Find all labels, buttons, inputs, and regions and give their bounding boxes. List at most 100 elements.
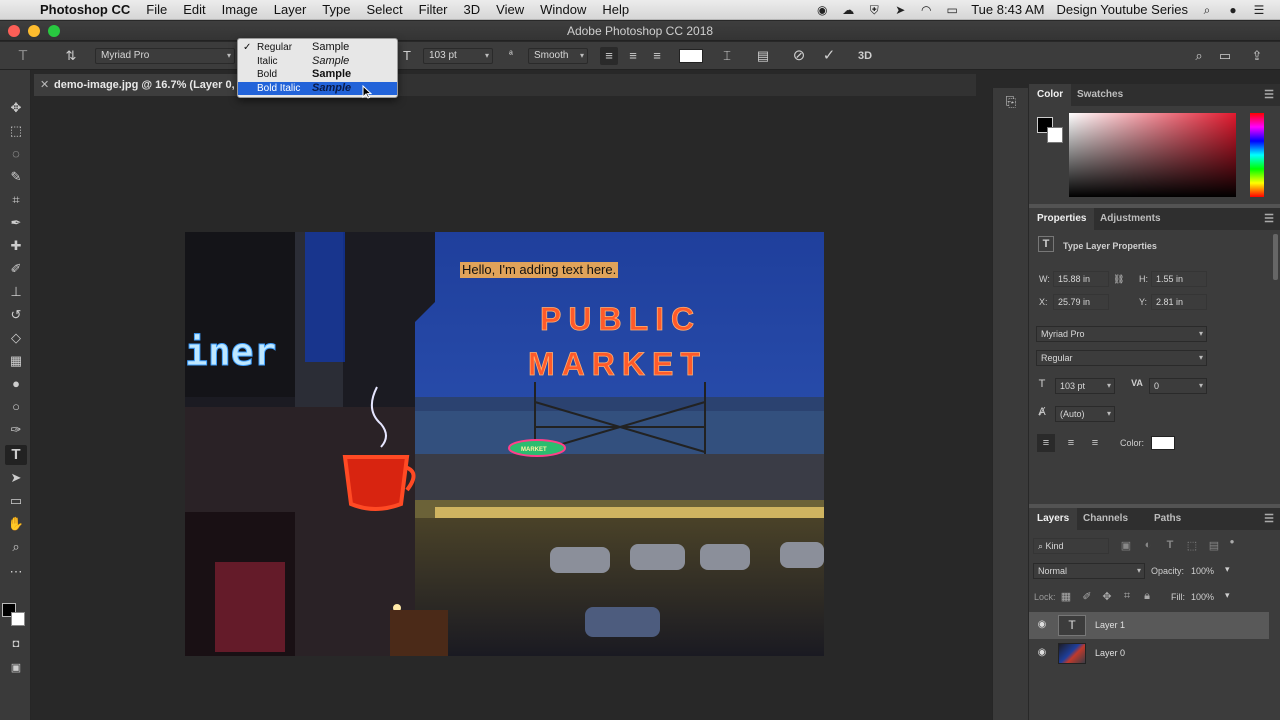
layer-filter-select[interactable]: ⌕ Kind (1033, 538, 1109, 554)
text-orientation-icon[interactable]: ⇅ (62, 47, 80, 65)
lock-artboard-icon[interactable]: ⌗ (1120, 590, 1134, 603)
filter-toggle-icon[interactable]: ● (1227, 537, 1237, 546)
cancel-edit-icon[interactable]: ⊘ (790, 47, 808, 65)
leading-select[interactable]: (Auto) ▾ (1055, 406, 1115, 422)
menu-select[interactable]: Select (358, 2, 410, 17)
fill-value[interactable]: 100% (1191, 592, 1214, 602)
align-left-icon[interactable]: ≡ (1037, 434, 1055, 452)
dodge-tool-icon[interactable]: ○ (5, 397, 27, 417)
eraser-tool-icon[interactable]: ◇ (5, 328, 27, 348)
history-panel-icon[interactable]: ⎘ (1001, 94, 1021, 110)
chevron-down-icon[interactable]: ▾ (1225, 590, 1230, 601)
chevron-down-icon[interactable]: ▾ (1225, 564, 1230, 575)
font-style-option-bold[interactable]: Bold Sample (238, 68, 397, 82)
align-right-icon[interactable]: ≡ (648, 47, 666, 65)
search-icon[interactable]: ⌕ (1190, 47, 1208, 65)
font-style-dropdown[interactable]: ✓ Regular Sample Italic Sample Bold Samp… (237, 38, 398, 98)
type-tool-preset-icon[interactable]: T (14, 47, 32, 65)
workspace-icon[interactable]: ▭ (1216, 47, 1234, 65)
text-layer-edit[interactable]: Hello, I'm adding text here. (460, 262, 619, 278)
screen-mode-icon[interactable]: ▣ (5, 658, 27, 678)
filter-adjustment-icon[interactable]: ◐ (1141, 539, 1155, 551)
font-style-option-italic[interactable]: Italic Sample (238, 55, 397, 69)
layer-row-layer-0[interactable]: ◉ Layer 0 (1029, 640, 1269, 667)
menu-3d[interactable]: 3D (456, 2, 489, 17)
commit-edit-icon[interactable]: ✓ (820, 47, 838, 65)
menu-app-name[interactable]: Photoshop CC (34, 2, 138, 17)
align-center-icon[interactable]: ≡ (624, 47, 642, 65)
hand-tool-icon[interactable]: ✋ (5, 514, 27, 534)
menu-filter[interactable]: Filter (411, 2, 456, 17)
filter-shape-icon[interactable]: ⬚ (1185, 539, 1199, 552)
notification-center-icon[interactable]: ☰ (1252, 3, 1266, 17)
blend-mode-select[interactable]: Normal ▾ (1033, 563, 1145, 579)
lock-all-icon[interactable]: 🔒︎ (1140, 590, 1154, 603)
x-field[interactable]: 25.79 in (1053, 294, 1109, 310)
menu-edit[interactable]: Edit (175, 2, 213, 17)
tab-swatches[interactable]: Swatches (1069, 84, 1131, 106)
filter-type-icon[interactable]: T (1163, 539, 1177, 551)
record-icon[interactable]: ◉ (815, 3, 829, 17)
font-style-option-bold-italic[interactable]: Bold Italic Sample (238, 81, 397, 95)
align-left-icon[interactable]: ≡ (600, 47, 618, 65)
document-canvas[interactable]: MARKET iner PUBLIC MARKET Hello, I'm add… (185, 232, 824, 656)
y-field[interactable]: 2.81 in (1151, 294, 1207, 310)
battery-icon[interactable]: ▭ (945, 3, 959, 17)
panel-menu-icon[interactable]: ☰ (1264, 88, 1274, 101)
properties-size-select[interactable]: 103 pt ▾ (1055, 378, 1115, 394)
brush-tool-icon[interactable]: ✐ (5, 259, 27, 279)
rectangle-tool-icon[interactable]: ▭ (5, 491, 27, 511)
close-tab-icon[interactable]: ✕ (40, 74, 49, 96)
spotlight-search-icon[interactable]: ⌕ (1200, 3, 1214, 17)
eyedropper-tool-icon[interactable]: ✒ (5, 213, 27, 233)
blur-tool-icon[interactable]: ● (5, 374, 27, 394)
background-swatch[interactable] (1047, 127, 1063, 143)
shield-icon[interactable]: ⛨ (867, 3, 881, 17)
clone-stamp-tool-icon[interactable]: ⊥ (5, 282, 27, 302)
tab-paths[interactable]: Paths (1146, 508, 1189, 530)
character-panel-icon[interactable]: ▤ (754, 47, 772, 65)
share-icon[interactable]: ⇪ (1248, 47, 1266, 65)
warp-text-icon[interactable]: ⌶ (718, 47, 736, 65)
cloud-icon[interactable]: ☁ (841, 3, 855, 17)
crop-tool-icon[interactable]: ⌗ (5, 190, 27, 210)
panel-menu-icon[interactable]: ☰ (1264, 212, 1274, 225)
menu-help[interactable]: Help (594, 2, 637, 17)
menu-layer[interactable]: Layer (266, 2, 315, 17)
layer-row-layer-1[interactable]: ◉ T Layer 1 (1029, 612, 1269, 639)
menu-image[interactable]: Image (214, 2, 266, 17)
height-field[interactable]: 1.55 in (1151, 271, 1207, 287)
visibility-eye-icon[interactable]: ◉ (1035, 619, 1049, 630)
quick-selection-tool-icon[interactable]: ✎ (5, 167, 27, 187)
width-field[interactable]: 15.88 in (1053, 271, 1109, 287)
menu-view[interactable]: View (488, 2, 532, 17)
move-tool-icon[interactable]: ✥ (5, 98, 27, 118)
link-icon[interactable]: ⛓ (1113, 274, 1124, 285)
lasso-tool-icon[interactable]: ◌ (5, 144, 27, 164)
panel-menu-icon[interactable]: ☰ (1264, 512, 1274, 525)
menubar-clock[interactable]: Tue 8:43 AM (971, 2, 1044, 17)
tab-color[interactable]: Color (1029, 84, 1072, 106)
quick-mask-icon[interactable]: ◘ (5, 634, 27, 654)
font-size-select[interactable]: 103 pt ▾ (423, 48, 493, 64)
wifi-icon[interactable]: ◠ (919, 3, 933, 17)
filter-pixel-icon[interactable]: ▣ (1119, 539, 1133, 552)
menubar-user[interactable]: Design Youtube Series (1056, 2, 1188, 17)
menu-type[interactable]: Type (314, 2, 358, 17)
tab-properties[interactable]: Properties (1029, 208, 1095, 230)
properties-font-style-select[interactable]: Regular ▾ (1036, 350, 1207, 366)
path-selection-tool-icon[interactable]: ➤ (5, 468, 27, 488)
font-style-option-regular[interactable]: ✓ Regular Sample (238, 41, 397, 55)
font-family-select[interactable]: Myriad Pro ▾ (95, 48, 235, 64)
opacity-value[interactable]: 100% (1191, 566, 1214, 576)
antialias-select[interactable]: Smooth ▾ (528, 48, 588, 64)
menu-file[interactable]: File (138, 2, 175, 17)
layer-name[interactable]: Layer 1 (1095, 620, 1125, 630)
layer-name[interactable]: Layer 0 (1095, 648, 1125, 658)
gradient-tool-icon[interactable]: ▦ (5, 351, 27, 371)
marquee-tool-icon[interactable]: ⬚ (5, 121, 27, 141)
background-color-swatch[interactable] (11, 612, 25, 626)
history-brush-tool-icon[interactable]: ↺ (5, 305, 27, 325)
tab-layers[interactable]: Layers (1029, 508, 1078, 530)
type-tool-icon[interactable]: T (5, 445, 27, 465)
